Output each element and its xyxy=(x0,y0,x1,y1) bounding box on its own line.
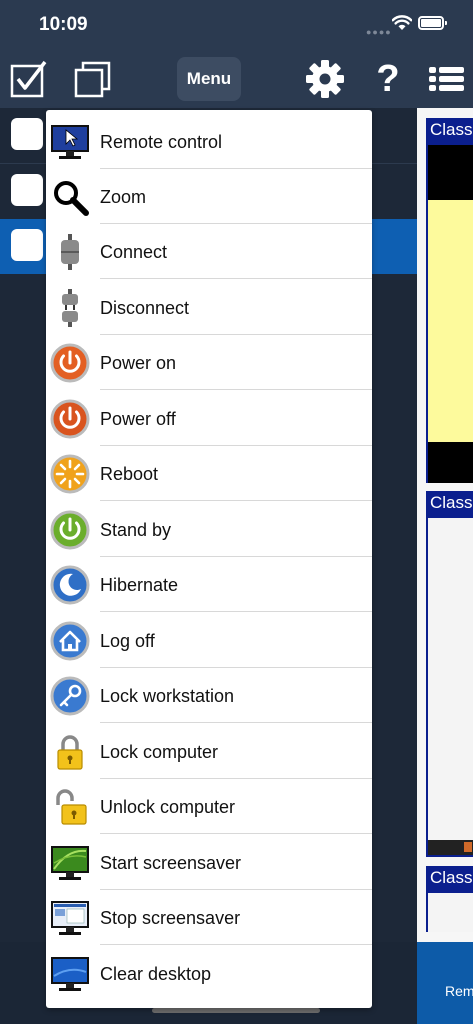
lock-computer-icon xyxy=(57,735,83,770)
list-view-button[interactable] xyxy=(424,50,468,108)
menu-item-label: Hibernate xyxy=(100,575,179,595)
menu-item-label: Disconnect xyxy=(100,298,190,318)
divider xyxy=(100,944,372,945)
row-checkbox[interactable] xyxy=(11,229,43,261)
menu-item-start-screensaver[interactable]: Start screensaver xyxy=(46,835,372,890)
settings-button[interactable] xyxy=(302,50,348,108)
checkbox-checked-icon xyxy=(10,60,47,98)
divider xyxy=(100,722,372,723)
select-all-button[interactable] xyxy=(6,50,50,108)
thumbnail[interactable]: Class xyxy=(426,118,473,483)
action-menu: Remote control Zoom Connect Disconnect P… xyxy=(46,110,372,1008)
lock-workstation-icon xyxy=(50,676,90,716)
menu-item-hibernate[interactable]: Hibernate xyxy=(46,557,372,612)
thumbnail-taskbar-app xyxy=(464,842,472,852)
menu-item-label: Reboot xyxy=(100,464,159,484)
menu-item-unlock-computer[interactable]: Unlock computer xyxy=(46,779,372,834)
menu-item-reboot[interactable]: Reboot xyxy=(46,446,372,501)
connect-icon xyxy=(61,234,79,270)
select-multiple-button[interactable] xyxy=(70,50,114,108)
reboot-icon xyxy=(50,454,90,494)
thumbnail-screen-bottom xyxy=(428,442,473,483)
copy-squares-icon xyxy=(74,61,111,98)
status-time: 10:09 xyxy=(39,14,88,35)
thumbnail-screen xyxy=(428,518,473,840)
divider xyxy=(100,500,372,501)
wifi-icon xyxy=(392,15,412,30)
battery-icon xyxy=(418,16,447,30)
menu-item-label: Start screensaver xyxy=(100,853,242,873)
menu-item-label: Lock computer xyxy=(100,742,219,762)
menu-item-label: Stand by xyxy=(100,520,172,540)
unlock-computer-icon xyxy=(56,789,87,825)
menu-item-stand-by[interactable]: Stand by xyxy=(46,502,372,557)
log-off-icon xyxy=(50,621,90,661)
toolbar: Menu ? xyxy=(0,50,473,108)
menu-item-label: Power off xyxy=(100,409,176,429)
thumbnail-screen xyxy=(428,893,473,932)
menu-item-lock-workstation[interactable]: Lock workstation xyxy=(46,668,372,723)
question-mark-icon: ? xyxy=(376,58,400,100)
menu-item-label: Connect xyxy=(100,242,168,262)
menu-item-lock-computer[interactable]: Lock computer xyxy=(46,724,372,779)
row-checkbox[interactable] xyxy=(11,174,43,206)
menu-button[interactable]: Menu xyxy=(177,57,241,101)
bottom-remote-label: Rem xyxy=(445,983,473,999)
menu-item-zoom[interactable]: Zoom xyxy=(46,169,372,224)
divider xyxy=(100,278,372,279)
disconnect-icon xyxy=(62,289,78,327)
remote-control-icon xyxy=(51,125,89,159)
divider xyxy=(100,389,372,390)
menu-item-label: Log off xyxy=(100,631,155,651)
menu-item-label: Lock workstation xyxy=(100,686,235,706)
divider xyxy=(100,833,372,834)
row-checkbox[interactable] xyxy=(11,118,43,150)
menu-item-label: Remote control xyxy=(100,132,223,152)
divider xyxy=(100,611,372,612)
stop-screensaver-icon xyxy=(51,901,89,935)
power-off-icon xyxy=(50,399,90,439)
menu-item-log-off[interactable]: Log off xyxy=(46,613,372,668)
power-on-icon xyxy=(50,343,90,383)
list-icon xyxy=(429,67,464,91)
status-bar: 10:09 ●●●● xyxy=(0,0,473,50)
thumbnail-screen-top xyxy=(428,145,473,200)
menu-item-label: Unlock computer xyxy=(100,797,236,817)
thumbnail-screen xyxy=(428,200,473,442)
menu-item-label: Power on xyxy=(100,353,177,373)
thumbnail[interactable]: Class xyxy=(426,866,473,932)
menu-item-disconnect[interactable]: Disconnect xyxy=(46,280,372,335)
menu-item-connect[interactable]: Connect xyxy=(46,224,372,279)
start-screensaver-icon xyxy=(51,846,89,880)
menu-item-label: Stop screensaver xyxy=(100,908,241,928)
stand-by-icon xyxy=(50,510,90,550)
menu-item-stop-screensaver[interactable]: Stop screensaver xyxy=(46,890,372,945)
gear-icon xyxy=(306,60,344,98)
menu-item-clear-desktop[interactable]: Clear desktop xyxy=(46,946,372,1001)
thumbnail[interactable]: Class xyxy=(426,491,473,857)
menu-item-remote-control[interactable]: Remote control xyxy=(46,114,372,169)
clear-desktop-icon xyxy=(51,957,89,991)
thumbnail-panel: Class Class Class xyxy=(417,108,473,942)
thumbnail-title: Class xyxy=(430,868,473,887)
menu-item-power-off[interactable]: Power off xyxy=(46,391,372,446)
menu-item-power-on[interactable]: Power on xyxy=(46,335,372,390)
thumbnail-title: Class xyxy=(430,120,473,139)
thumbnail-title: Class xyxy=(430,493,473,512)
hibernate-icon xyxy=(50,565,90,605)
menu-item-label: Zoom xyxy=(100,187,147,207)
help-button[interactable]: ? xyxy=(368,50,408,108)
zoom-icon xyxy=(54,181,89,216)
cellular-signal-icon: ●●●● xyxy=(366,27,392,37)
home-indicator xyxy=(152,1008,320,1013)
menu-item-label: Clear desktop xyxy=(100,964,212,984)
